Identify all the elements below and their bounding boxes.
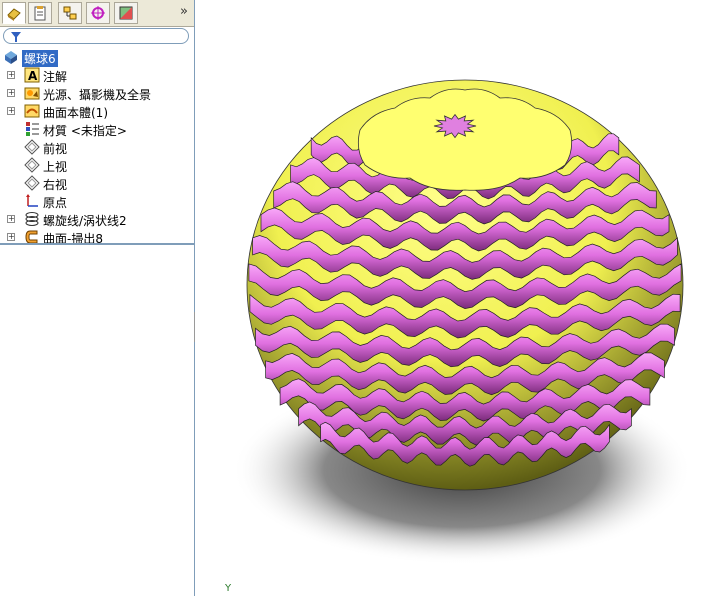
feature-manager-tab[interactable] [2, 2, 26, 24]
tree-item-label: 螺旋线/涡状线2 [43, 214, 127, 228]
helix-icon [25, 212, 39, 226]
lights-camera-icon [24, 87, 40, 100]
dimxpert-tab[interactable] [86, 2, 110, 24]
tree-item-label: 上视 [43, 160, 68, 174]
tree-item-helix[interactable]: + 螺旋线/涡状线2 [0, 210, 194, 228]
tree-item-right-plane[interactable]: 右视 [0, 174, 194, 192]
tree-item-material[interactable]: 材質 <未指定> [0, 120, 194, 138]
tree-divider [0, 243, 194, 245]
tree-item-surface-bodies[interactable]: + 曲面本體(1) [0, 102, 194, 120]
tree-root-part[interactable]: 螺球6 [0, 48, 194, 67]
tree-item-label: 光源、攝影機及全景 [43, 88, 152, 102]
tree-item-annotations[interactable]: + A 注解 [0, 66, 194, 84]
expand-panel-button[interactable]: » [180, 4, 188, 19]
tree-item-label: 材質 <未指定> [43, 124, 127, 138]
tree-item-label: 原点 [43, 196, 68, 210]
property-manager-icon [34, 6, 46, 21]
crosshair-icon [91, 6, 105, 20]
part-icon [5, 51, 17, 64]
origin-icon [26, 194, 38, 207]
panel-toolbar: » [0, 0, 194, 27]
tree-item-top-plane[interactable]: 上视 [0, 156, 194, 174]
expand-toggle[interactable]: + [7, 71, 15, 79]
expand-toggle[interactable]: + [7, 233, 15, 241]
tree-root-label: 螺球6 [22, 50, 58, 67]
feature-tree-icon [7, 8, 21, 21]
tree-item-lights-cameras[interactable]: + 光源、攝影機及全景 [0, 84, 194, 102]
tree-item-origin[interactable]: 原点 [0, 192, 194, 210]
display-manager-icon [119, 6, 133, 20]
tree-item-label: 前视 [43, 142, 68, 156]
configuration-manager-tab[interactable] [58, 2, 82, 24]
tree-item-label: 右视 [43, 178, 68, 192]
material-icon [26, 122, 39, 136]
filter-input[interactable] [3, 28, 189, 44]
property-manager-tab[interactable] [28, 2, 52, 24]
expand-toggle[interactable]: + [7, 215, 15, 223]
plane-icon [24, 175, 40, 191]
model-view [232, 79, 692, 565]
filter-icon [11, 32, 21, 42]
axis-label-y: Y [225, 583, 232, 594]
svg-text:A: A [28, 69, 38, 83]
surface-body-icon [24, 104, 40, 118]
annotation-icon: A [24, 67, 40, 83]
plane-icon [24, 157, 40, 173]
expand-toggle[interactable]: + [7, 107, 15, 115]
tree-item-label: 曲面本體(1) [43, 106, 108, 120]
display-manager-tab[interactable] [114, 2, 138, 24]
graphics-viewport[interactable] [195, 0, 719, 596]
configuration-icon [63, 6, 77, 20]
tree-item-label: 注解 [43, 70, 68, 84]
tree-item-front-plane[interactable]: 前视 [0, 138, 194, 156]
expand-toggle[interactable]: + [7, 89, 15, 97]
feature-manager-panel: » 螺球6 + A 注解 + 光源、攝影機及全景 + 曲面本體(1) 材質 <未… [0, 0, 195, 596]
plane-icon [24, 139, 40, 155]
